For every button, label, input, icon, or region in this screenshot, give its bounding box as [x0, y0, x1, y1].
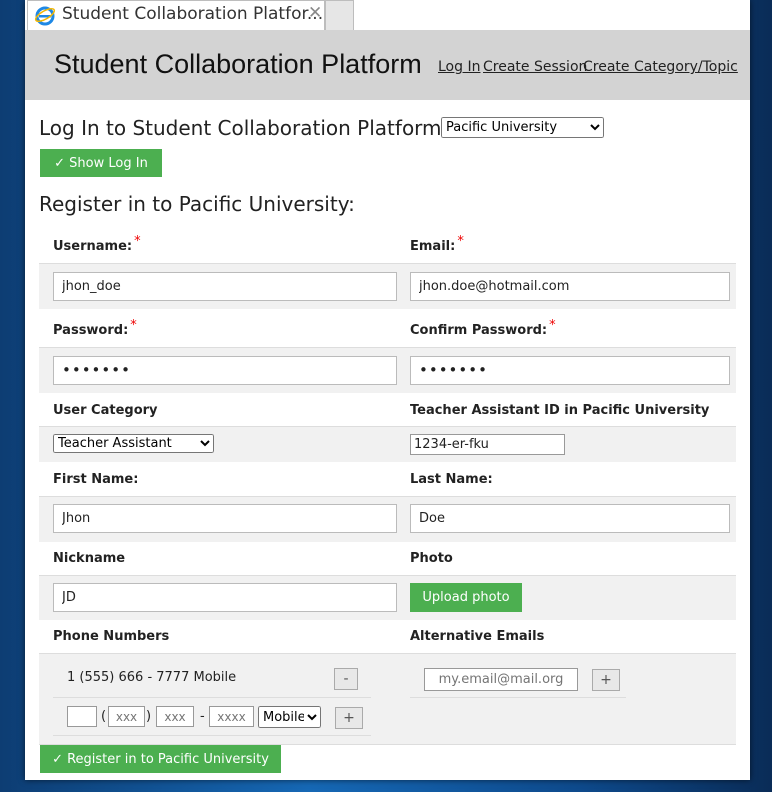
phone-type-select[interactable]: Mobile — [258, 706, 321, 728]
label-row-password: Password: * Confirm Password: * — [39, 309, 736, 347]
site-title: Student Collaboration Platform — [54, 49, 422, 79]
existing-phone: 1 (555) 666 - 7777 Mobile — [67, 670, 237, 685]
phone-divider — [53, 735, 371, 736]
site-header: Student Collaboration Platform Log In Cr… — [25, 30, 750, 100]
phone-divider — [53, 697, 371, 698]
first-name-label: First Name: — [53, 472, 139, 487]
nav-create-category-link[interactable]: Create Category/Topic — [583, 59, 738, 75]
alt-emails-label: Alternative Emails — [410, 629, 545, 644]
label-row-category: User Category Teacher Assistant ID in Pa… — [39, 393, 736, 426]
upload-photo-button[interactable]: Upload photo — [410, 583, 522, 612]
register-heading: Register in to Pacific University: — [39, 192, 355, 216]
password-input[interactable]: ••••••• — [53, 356, 397, 385]
user-category-label: User Category — [53, 403, 158, 418]
nickname-label: Nickname — [53, 551, 126, 566]
label-row-names: First Name: Last Name: — [39, 462, 736, 496]
last-name-label: Last Name: — [410, 472, 493, 487]
phone-prefix-input[interactable] — [156, 706, 194, 727]
alt-email-input[interactable] — [424, 668, 578, 691]
last-name-input[interactable] — [410, 504, 730, 533]
field-row-password: ••••••• ••••••• — [39, 347, 736, 395]
phone-country-input[interactable] — [67, 706, 97, 727]
register-button[interactable]: ✓ Register in to Pacific University — [40, 745, 281, 773]
password-label: Password: * — [53, 318, 137, 338]
phone-numbers-label: Phone Numbers — [53, 629, 170, 644]
open-paren: ( — [101, 709, 107, 724]
required-mark: * — [130, 318, 137, 333]
add-alt-email-button[interactable]: + — [592, 669, 620, 691]
phone-area-input[interactable] — [108, 706, 145, 727]
email-divider — [410, 697, 626, 698]
tab-bar: Student Collaboration Platfor... ✕ — [25, 0, 750, 30]
new-tab-button[interactable] — [325, 0, 354, 30]
field-row-contacts: 1 (555) 666 - 7777 Mobile - ( ) - Mobile… — [39, 653, 736, 745]
confirm-password-input[interactable]: ••••••• — [410, 356, 730, 385]
ta-id-input[interactable] — [410, 434, 565, 455]
email-label: Email: * — [410, 234, 464, 254]
nav-login-link[interactable]: Log In — [438, 59, 480, 75]
ta-id-label: Teacher Assistant ID in Pacific Universi… — [410, 403, 710, 418]
close-paren: ) — [146, 709, 152, 724]
close-tab-icon[interactable]: ✕ — [308, 3, 322, 23]
field-row-category: Teacher Assistant — [39, 426, 736, 464]
required-mark: * — [457, 234, 464, 249]
email-input[interactable] — [410, 272, 730, 301]
phone-dash: - — [200, 709, 205, 724]
field-row-nickname: Upload photo — [39, 575, 736, 622]
tab-title: Student Collaboration Platfor... — [62, 4, 324, 24]
phone-line-input[interactable] — [209, 706, 254, 727]
username-label: Username: * — [53, 234, 141, 254]
login-heading: Log In to Student Collaboration Platform… — [39, 116, 468, 140]
nickname-input[interactable] — [53, 583, 397, 612]
ie-logo-icon — [34, 6, 56, 26]
browser-tab[interactable]: Student Collaboration Platfor... ✕ — [27, 0, 325, 30]
add-phone-button[interactable]: + — [335, 707, 363, 729]
field-row-names — [39, 496, 736, 544]
browser-window: Student Collaboration Platfor... ✕ Stude… — [25, 0, 750, 780]
required-mark: * — [549, 318, 556, 333]
nav-create-session-link[interactable]: Create Session — [483, 59, 587, 75]
user-category-select[interactable]: Teacher Assistant — [53, 434, 214, 453]
remove-phone-button[interactable]: - — [334, 668, 358, 690]
required-mark: * — [134, 234, 141, 249]
label-row-contacts: Phone Numbers Alternative Emails — [39, 620, 736, 653]
first-name-input[interactable] — [53, 504, 397, 533]
university-select[interactable]: Pacific University — [441, 117, 604, 138]
confirm-password-label: Confirm Password: * — [410, 318, 556, 338]
show-login-button[interactable]: ✓ Show Log In — [40, 149, 162, 177]
field-row-credentials — [39, 263, 736, 311]
photo-label: Photo — [410, 551, 453, 566]
username-input[interactable] — [53, 272, 397, 301]
label-row-credentials: Username: * Email: * — [39, 229, 736, 263]
label-row-nickname: Nickname Photo — [39, 542, 736, 575]
